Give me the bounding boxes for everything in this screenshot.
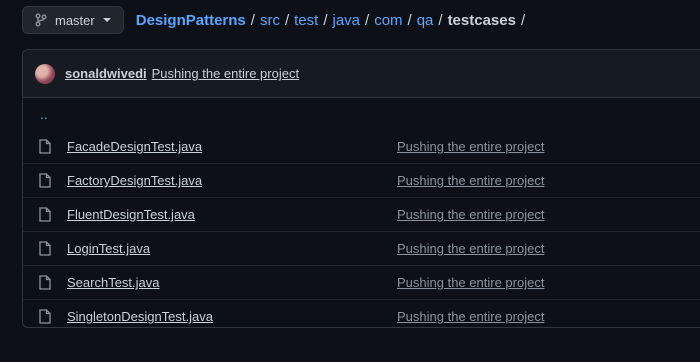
breadcrumb-separator: / [365,11,370,29]
file-rows: FacadeDesignTest.java Pushing the entire … [23,130,700,327]
file-commit-message-link[interactable]: Pushing the entire project [397,207,544,222]
breadcrumb-current: testcases [447,11,516,29]
branch-label: master [55,12,95,28]
file-row[interactable]: SearchTest.java Pushing the entire projec… [23,265,700,299]
commit-author-link[interactable]: sonaldwivedi [65,66,147,81]
top-bar: master DesignPatterns / src / test / jav… [22,5,530,35]
avatar[interactable] [35,63,55,84]
breadcrumb-link-src[interactable]: src [260,12,280,29]
file-commit-message-link[interactable]: Pushing the entire project [397,173,544,188]
breadcrumb-separator: / [438,11,443,29]
breadcrumb-separator: / [407,11,412,29]
file-name-link[interactable]: FacadeDesignTest.java [67,139,202,154]
chevron-down-icon [102,18,111,22]
file-icon [39,309,51,324]
latest-commit-row: sonaldwivedi Pushing the entire project [23,50,700,98]
breadcrumb-link-java[interactable]: java [332,12,360,29]
breadcrumb-link-qa[interactable]: qa [417,12,434,29]
file-name-link[interactable]: FluentDesignTest.java [67,207,195,222]
file-icon [39,207,51,222]
file-row[interactable]: LoginTest.java Pushing the entire project [23,231,700,265]
breadcrumb-separator: / [250,11,255,29]
file-row[interactable]: FluentDesignTest.java Pushing the entire … [23,197,700,231]
breadcrumb-separator: / [520,11,526,29]
file-row[interactable]: SingletonDesignTest.java Pushing the enti… [23,299,700,327]
file-name-link[interactable]: SearchTest.java [67,275,160,290]
file-icon [39,275,51,290]
file-list-box: sonaldwivedi Pushing the entire project … [22,49,700,328]
parent-directory-link[interactable]: .. [23,98,700,130]
breadcrumb-separator: / [323,11,328,29]
file-commit-message-link[interactable]: Pushing the entire project [397,241,544,256]
file-commit-message-link[interactable]: Pushing the entire project [397,309,544,324]
commit-message-link[interactable]: Pushing the entire project [152,66,299,81]
branch-select-button[interactable]: master [22,6,124,34]
file-row[interactable]: FacadeDesignTest.java Pushing the entire … [23,130,700,163]
file-commit-message-link[interactable]: Pushing the entire project [397,139,544,154]
file-name-link[interactable]: FactoryDesignTest.java [67,173,202,188]
file-icon [39,241,51,256]
file-name-link[interactable]: LoginTest.java [67,241,150,256]
file-icon [39,139,51,154]
breadcrumb-link-com[interactable]: com [374,12,402,29]
breadcrumb: DesignPatterns / src / test / java / com… [136,12,530,29]
file-commit-message-link[interactable]: Pushing the entire project [397,275,544,290]
breadcrumb-link-test[interactable]: test [294,12,318,29]
git-branch-icon [35,13,47,27]
file-icon [39,173,51,188]
breadcrumb-repo-link[interactable]: DesignPatterns [136,12,246,29]
breadcrumb-separator: / [284,11,290,29]
file-name-link[interactable]: SingletonDesignTest.java [67,309,213,324]
file-row[interactable]: FactoryDesignTest.java Pushing the entire… [23,163,700,197]
